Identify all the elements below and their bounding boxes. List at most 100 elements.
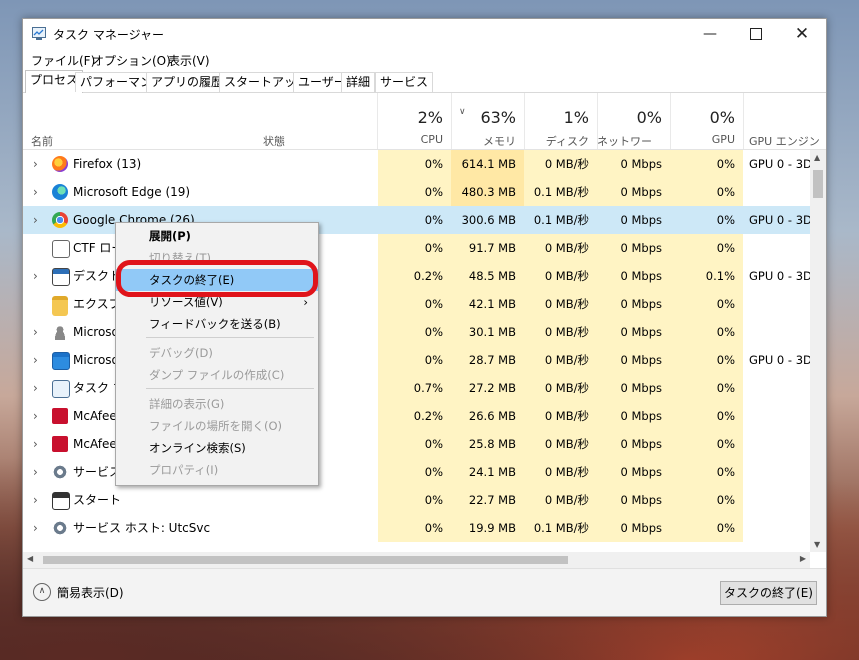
ctx-go-to-details: 詳細の表示(G): [149, 397, 225, 411]
ctf-icon: [52, 240, 70, 258]
menu-view[interactable]: 表示(V): [168, 52, 210, 69]
column-header: 名前 状態 2% CPU ∨ 63% メモリ 1% ディスク 0% ネットワーク…: [23, 93, 826, 164]
memory-value: 48.5 MB: [451, 262, 524, 290]
column-status[interactable]: 状態: [259, 93, 378, 149]
horizontal-scroll-thumb[interactable]: [43, 556, 568, 564]
disk-value: 0 MB/秒: [524, 458, 597, 486]
cpu-value: 0.7%: [378, 374, 451, 402]
memory-value: 24.1 MB: [451, 458, 524, 486]
chevron-right-icon[interactable]: ›: [33, 346, 38, 374]
gpu-engine-value: [749, 514, 810, 542]
process-name: サービス: [73, 465, 122, 479]
chevron-right-icon[interactable]: ›: [33, 430, 38, 458]
table-row[interactable]: › サービス ホスト: UtcSvc 0% 19.9 MB 0.1 MB/秒 0 Mbps…: [23, 514, 810, 542]
network-value: 0 Mbps: [597, 402, 670, 430]
memory-label: メモリ: [483, 135, 516, 148]
minimize-button[interactable]: —: [687, 19, 733, 49]
memory-value: 614.1 MB: [451, 150, 524, 178]
chevron-right-icon[interactable]: ›: [33, 374, 38, 402]
cpu-value: 0%: [378, 234, 451, 262]
fewer-details-button[interactable]: ∧ 簡易表示(D): [33, 583, 124, 601]
start-icon: [52, 492, 70, 510]
column-name-label: 名前: [31, 135, 53, 148]
scroll-up-icon[interactable]: ▲: [814, 153, 820, 162]
gear-icon: [52, 464, 68, 480]
menu-file[interactable]: ファイル(F): [31, 52, 95, 69]
chevron-right-icon[interactable]: ›: [33, 514, 38, 542]
tab-strip: プロセス パフォーマンス アプリの履歴 スタートアップ ユーザー 詳細 サービス: [23, 70, 826, 93]
firefox-icon: [52, 156, 68, 172]
chevron-right-icon[interactable]: ›: [33, 318, 38, 346]
chevron-right-icon[interactable]: ›: [33, 178, 38, 206]
close-button[interactable]: ✕: [779, 19, 825, 49]
cpu-value: 0%: [378, 486, 451, 514]
chevron-right-icon[interactable]: ›: [33, 262, 38, 290]
gpu-value: 0%: [670, 234, 743, 262]
disk-value: 0 MB/秒: [524, 346, 597, 374]
cpu-value: 0%: [378, 346, 451, 374]
column-memory[interactable]: ∨ 63% メモリ: [451, 93, 525, 149]
chevron-right-icon[interactable]: ›: [33, 206, 38, 234]
disk-value: 0.1 MB/秒: [524, 514, 597, 542]
tab-app-history[interactable]: アプリの履歴: [146, 72, 229, 92]
process-name: McAfee: [73, 437, 117, 451]
vertical-scroll-thumb[interactable]: [813, 170, 823, 198]
tab-details[interactable]: 詳細: [341, 72, 376, 92]
column-name[interactable]: 名前: [23, 93, 259, 149]
memory-value: 91.7 MB: [451, 234, 524, 262]
chevron-right-icon[interactable]: ›: [33, 402, 38, 430]
ctx-debug: デバッグ(D): [149, 346, 213, 360]
gpu-value: 0.1%: [670, 262, 743, 290]
end-task-button[interactable]: タスクの終了(E): [720, 581, 817, 605]
disk-label: ディスク: [545, 135, 589, 148]
task-manager-app-icon: [32, 27, 46, 40]
chevron-right-icon[interactable]: ›: [33, 150, 38, 178]
gpu-engine-value: [749, 458, 810, 486]
horizontal-scrollbar[interactable]: ◀ ▶: [23, 552, 810, 568]
process-name: スタート: [73, 493, 122, 507]
cpu-value: 0%: [424, 213, 443, 227]
gpu-engine-value: [749, 486, 810, 514]
gpu-value: 0%: [670, 318, 743, 346]
column-gpu-engine[interactable]: GPU エンジン: [743, 93, 826, 149]
network-value: 0 Mbps: [597, 514, 670, 542]
highlight-ring: [116, 260, 318, 297]
process-name: McAfee: [73, 409, 117, 423]
disk-value: 0 MB/秒: [524, 290, 597, 318]
network-value: 0 Mbps: [597, 374, 670, 402]
scroll-left-icon[interactable]: ◀: [27, 554, 33, 563]
gpu-engine-value: GPU 0 - 3D: [749, 157, 810, 171]
column-network[interactable]: 0% ネットワーク: [597, 93, 671, 164]
menu-separator: [146, 388, 314, 389]
ctx-send-feedback[interactable]: フィードバックを送る(B): [116, 313, 318, 335]
maximize-icon: [750, 28, 762, 40]
window-icon: [52, 352, 70, 370]
memory-value: 27.2 MB: [451, 374, 524, 402]
memory-total: 63%: [480, 108, 516, 127]
scroll-down-icon[interactable]: ▼: [814, 540, 820, 549]
column-cpu[interactable]: 2% CPU: [378, 93, 452, 149]
table-row[interactable]: › スタート 0% 22.7 MB 0 MB/秒 0 Mbps 0%: [23, 486, 810, 514]
disk-value: 0.1 MB/秒: [533, 213, 589, 227]
gpu-value: 0%: [670, 430, 743, 458]
gpu-value: 0%: [670, 346, 743, 374]
column-disk[interactable]: 1% ディスク: [524, 93, 598, 149]
chevron-right-icon[interactable]: ›: [33, 486, 38, 514]
ctx-search-online[interactable]: オンライン検索(S): [116, 437, 318, 459]
vertical-scrollbar[interactable]: ▲ ▼: [810, 150, 826, 552]
scroll-right-icon[interactable]: ▶: [800, 554, 806, 563]
cpu-value: 0.2%: [378, 402, 451, 430]
gpu-total: 0%: [709, 108, 735, 127]
column-gpu[interactable]: 0% GPU: [670, 93, 744, 149]
menu-options[interactable]: オプション(O): [92, 52, 171, 69]
table-row[interactable]: › Firefox (13) 0% 614.1 MB 0 MB/秒 0 Mbps 0% GPU…: [23, 150, 810, 178]
memory-value: 300.6 MB: [461, 213, 516, 227]
ctx-properties: プロパティ(I): [149, 463, 219, 477]
disk-value: 0 MB/秒: [524, 402, 597, 430]
tab-services[interactable]: サービス: [375, 72, 434, 92]
maximize-button[interactable]: [733, 19, 779, 49]
memory-value: 25.8 MB: [451, 430, 524, 458]
ctx-expand[interactable]: 展開(P): [116, 225, 318, 247]
chevron-right-icon[interactable]: ›: [33, 458, 38, 486]
table-row[interactable]: › Microsoft Edge (19) 0% 480.3 MB 0.1 MB/秒 0 …: [23, 178, 810, 206]
